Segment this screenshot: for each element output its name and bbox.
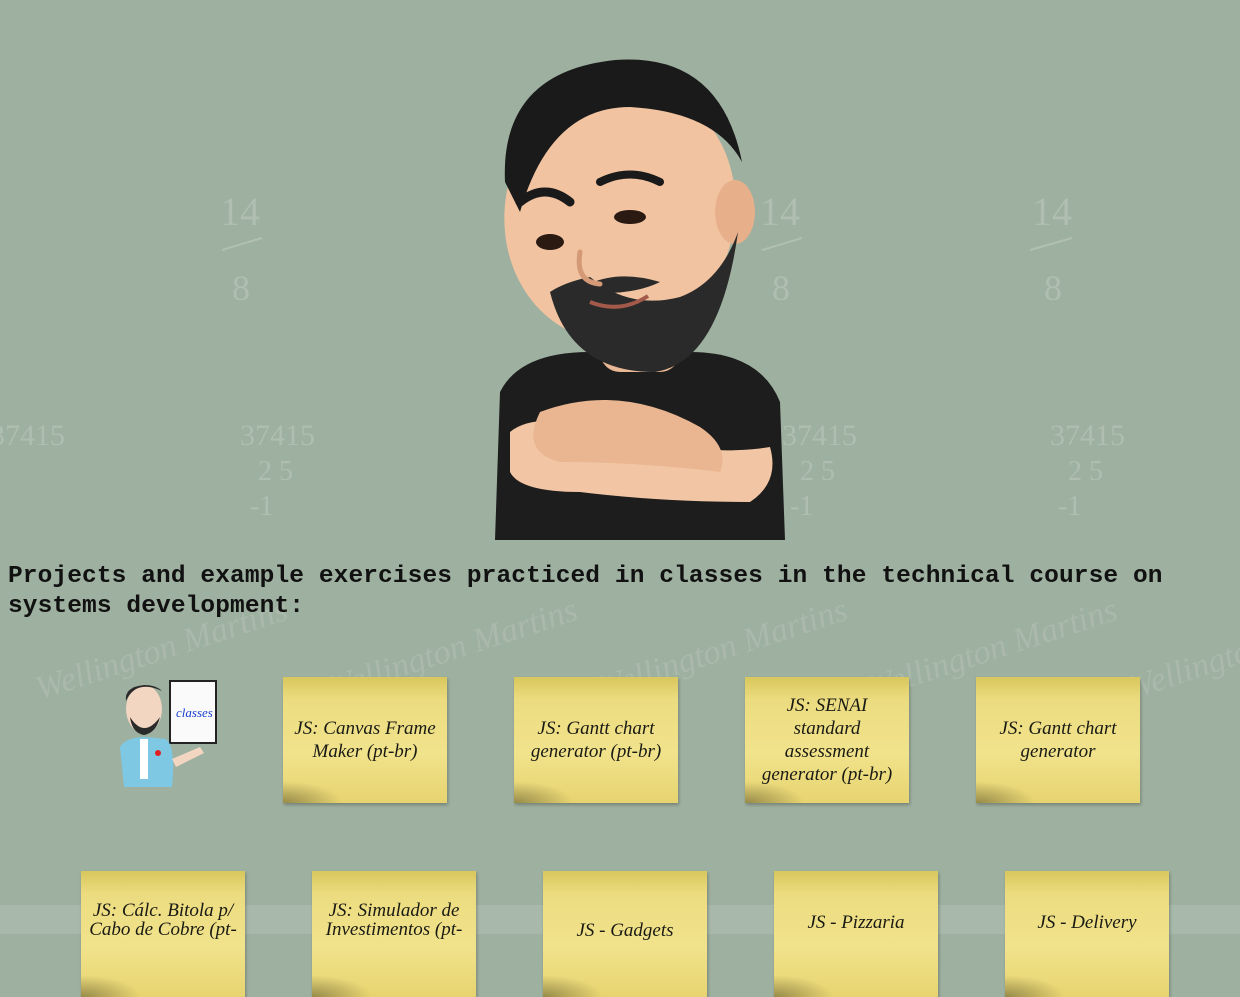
note-gadgets[interactable]: JS - Gadgets <box>543 871 707 997</box>
note-label: JS - Gadgets <box>576 920 674 941</box>
note-gantt-chart[interactable]: JS: Gantt chart generator <box>976 677 1140 803</box>
note-label: JS - Pizzaria <box>807 912 905 933</box>
chalk-number: 2 5 <box>258 456 293 487</box>
note-simulador-investimentos[interactable]: JS: Simulador de Investimentos (pt- <box>312 871 476 997</box>
chalk-number: 14 <box>1032 189 1072 234</box>
note-label: JS: Cálc. Bitola p/ Cabo de Cobre (pt- <box>89 900 237 940</box>
chalk-number: 8 <box>1044 268 1062 308</box>
note-label: JS: SENAI standard assessment generator … <box>761 695 893 785</box>
note-senai-assessment[interactable]: JS: SENAI standard assessment generator … <box>745 677 909 803</box>
chalk-number: 2 5 <box>800 456 835 487</box>
chalk-number: 37415 <box>240 419 315 452</box>
teacher-logo-thumbnail[interactable]: classes <box>106 677 218 789</box>
chalk-number: 37415 <box>1050 419 1125 452</box>
note-label: JS - Delivery <box>1037 912 1137 933</box>
board-text: classes <box>176 705 213 720</box>
chalk-number: -1 <box>250 491 273 522</box>
note-label: JS: Simulador de Investimentos (pt- <box>325 900 463 940</box>
teacher-classes-logo-icon: classes <box>120 680 217 787</box>
chalk-number: 14 <box>220 189 260 234</box>
bearded-man-avatar-icon <box>495 59 785 540</box>
note-canvas-frame-maker[interactable]: JS: Canvas Frame Maker (pt-br) <box>283 677 447 803</box>
note-gantt-chart-ptbr[interactable]: JS: Gantt chart generator (pt-br) <box>514 677 678 803</box>
note-pizzaria[interactable]: JS - Pizzaria <box>774 871 938 997</box>
note-calc-bitola[interactable]: JS: Cálc. Bitola p/ Cabo de Cobre (pt- <box>81 871 245 997</box>
chalk-number: 2 5 <box>1068 456 1103 487</box>
note-label: JS: Canvas Frame Maker (pt-br) <box>294 718 436 762</box>
avatar <box>480 52 800 540</box>
note-delivery[interactable]: JS - Delivery <box>1005 871 1169 997</box>
chalk-number: -1 <box>1058 491 1081 522</box>
chalk-number: 8 <box>232 268 250 308</box>
chalk-number: 37415 <box>0 419 65 452</box>
page-heading: Projects and example exercises practiced… <box>8 563 1163 620</box>
note-label: JS: Gantt chart generator (pt-br) <box>530 718 662 762</box>
note-label: JS: Gantt chart generator <box>999 718 1117 762</box>
